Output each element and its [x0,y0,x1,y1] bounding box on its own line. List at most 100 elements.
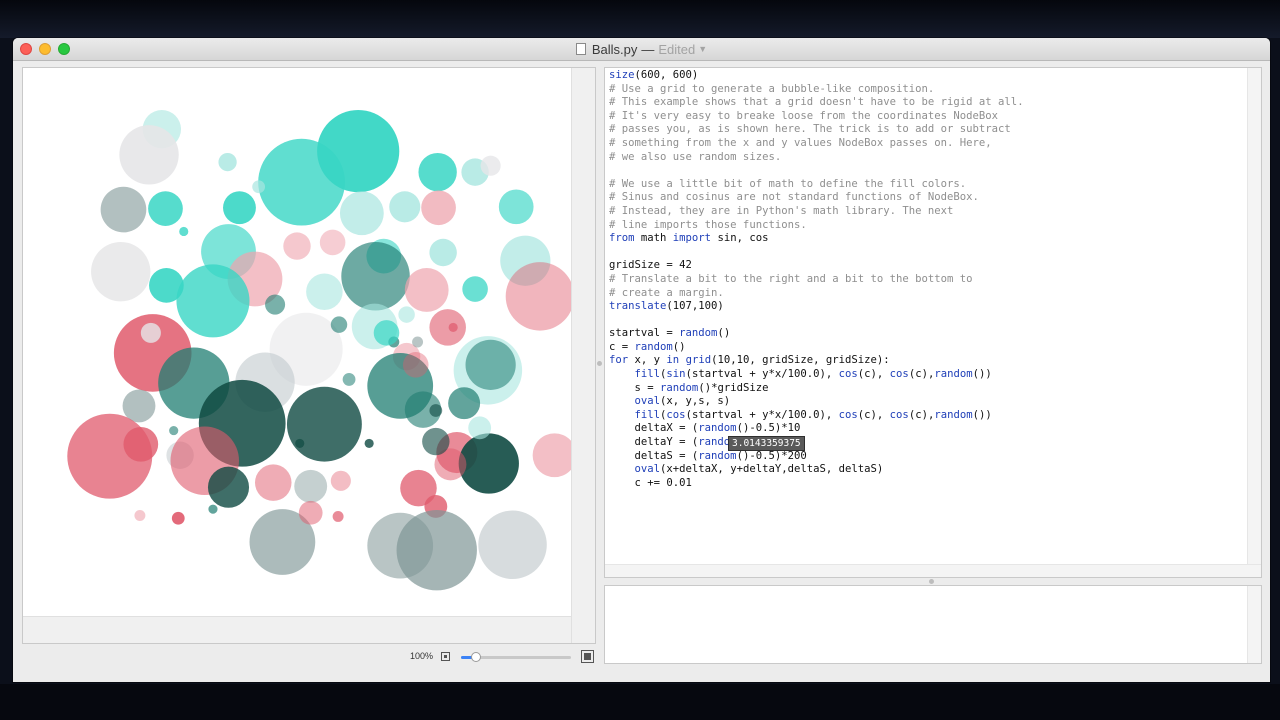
editor-horizontal-scrollbar[interactable] [605,564,1261,577]
code-line[interactable]: size(600, 600) [609,69,1024,83]
code-line[interactable]: for x, y in grid(10,10, gridSize, gridSi… [609,354,1024,368]
zoom-controls: 100% [393,649,603,665]
bubble [342,373,356,386]
code-token: c = [609,340,635,353]
bubble [448,322,458,332]
bubble [421,190,456,226]
horizontal-split-handle[interactable] [929,579,934,584]
code-token: (startval + y*x/100.0), [685,408,839,421]
code-token: cos [838,408,858,421]
code-token: # passes you, as is shown here. The tric… [609,123,1011,136]
editor-vertical-scrollbar[interactable] [1247,68,1261,564]
vertical-split-handle[interactable] [597,361,602,366]
code-line[interactable]: # Instead, they are in Python's math lib… [609,205,1024,219]
zoom-out-icon[interactable] [441,652,450,661]
code-line[interactable]: s = random()*gridSize [609,382,1024,396]
output-vertical-scrollbar[interactable] [1247,586,1261,663]
code-token: random [660,381,699,394]
code-token: random [698,449,737,462]
code-line[interactable]: from math import sin, cos [609,232,1024,246]
bubble [286,386,362,462]
code-line[interactable]: deltaX = (random()-0.5)*10 [609,422,1024,436]
code-token: x, y [628,354,667,367]
code-line[interactable]: # passes you, as is shown here. The tric… [609,123,1024,137]
zoom-slider[interactable] [461,652,571,662]
bubble [532,433,571,478]
code-token: gridSize = 42 [609,259,692,272]
code-token: startval = [609,327,680,340]
bubble [402,352,429,378]
code-token: translate [609,300,667,313]
code-editor[interactable]: size(600, 600) # Use a grid to generate a… [604,67,1262,578]
code-line[interactable]: # Sinus and cosinus are not standard fun… [609,191,1024,205]
edited-status[interactable]: Edited [658,42,695,57]
chevron-down-icon[interactable]: ▼ [698,44,707,54]
bubble [422,427,450,456]
code-token: deltaX = ( [609,422,699,435]
code-token: # we also use random sizes. [609,150,782,163]
code-token: random [634,340,673,353]
bubble [254,464,292,501]
code-token: math [634,232,673,245]
code-token: for [609,354,629,367]
code-line[interactable] [609,246,1024,260]
code-line[interactable] [609,164,1024,178]
code-line[interactable]: # line imports those functions. [609,219,1024,233]
code-token: s = [609,381,661,394]
code-line[interactable]: deltaY = (random()-0.5)*10 [609,436,1024,450]
bubble [478,510,547,580]
zoom-level-label: 100% [410,651,434,661]
desktop-background-top [0,0,1280,38]
code-line[interactable]: # something from the x and y values Node… [609,137,1024,151]
bubble [373,320,400,346]
code-line[interactable]: # we also use random sizes. [609,151,1024,165]
bubble [398,306,415,323]
code-line[interactable]: fill(cos(startval + y*x/100.0), cos(c), … [609,409,1024,423]
code-line[interactable]: oval(x, y,s, s) [609,395,1024,409]
code-line[interactable]: # We use a little bit of math to define … [609,178,1024,192]
code-line[interactable]: c = random() [609,341,1024,355]
code-line[interactable] [609,314,1024,328]
bubble [295,438,305,448]
bubble [404,268,449,312]
code-token: (600, 600) [634,69,699,81]
code-token: ()) [972,368,992,381]
bubble [341,241,410,311]
code-line[interactable]: gridSize = 42 [609,259,1024,273]
code-token: (10,10, gridSize, gridSize): [711,354,890,367]
code-token: (startval + y*x/100.0), [685,368,839,381]
canvas-vertical-scrollbar[interactable] [571,68,595,643]
code-token: # This example shows that a grid doesn't… [609,96,1024,109]
bubble [122,389,156,423]
bubble [140,322,161,343]
code-line[interactable]: deltaS = (random()-0.5)*200 [609,450,1024,464]
code-line[interactable]: translate(107,100) [609,300,1024,314]
code-line[interactable]: oval(x+deltaX, y+deltaY,deltaS, deltaS) [609,463,1024,477]
code-token: # something from the x and y values Node… [609,136,992,149]
code-token: # create a margin. [609,286,724,299]
zoom-in-icon[interactable] [581,650,594,663]
code-token: random [698,422,737,435]
bubble [258,138,345,226]
code-token: random [934,408,973,421]
source-code[interactable]: size(600, 600) # Use a grid to generate a… [609,69,1024,490]
bubble [465,339,516,390]
code-line[interactable]: startval = random() [609,327,1024,341]
drawing-canvas[interactable] [23,68,571,616]
canvas-horizontal-scrollbar[interactable] [23,616,571,643]
code-line[interactable]: fill(sin(startval + y*x/100.0), cos(c), … [609,368,1024,382]
code-line[interactable]: # This example shows that a grid doesn't… [609,96,1024,110]
document-icon [575,43,586,55]
bubble [364,438,374,448]
zoom-slider-thumb[interactable] [471,652,482,662]
code-line[interactable]: # create a margin. [609,287,1024,301]
value-tooltip: 3.0143359375 [728,436,805,451]
code-line[interactable]: # Use a grid to generate a bubble-like c… [609,83,1024,97]
code-line[interactable]: c += 0.01 [609,477,1024,491]
code-line[interactable]: # Translate a bit to the right and a bit… [609,273,1024,287]
bubble [332,510,344,522]
output-console[interactable] [604,585,1262,664]
code-line[interactable]: # It's very easy to breake loose from th… [609,110,1024,124]
